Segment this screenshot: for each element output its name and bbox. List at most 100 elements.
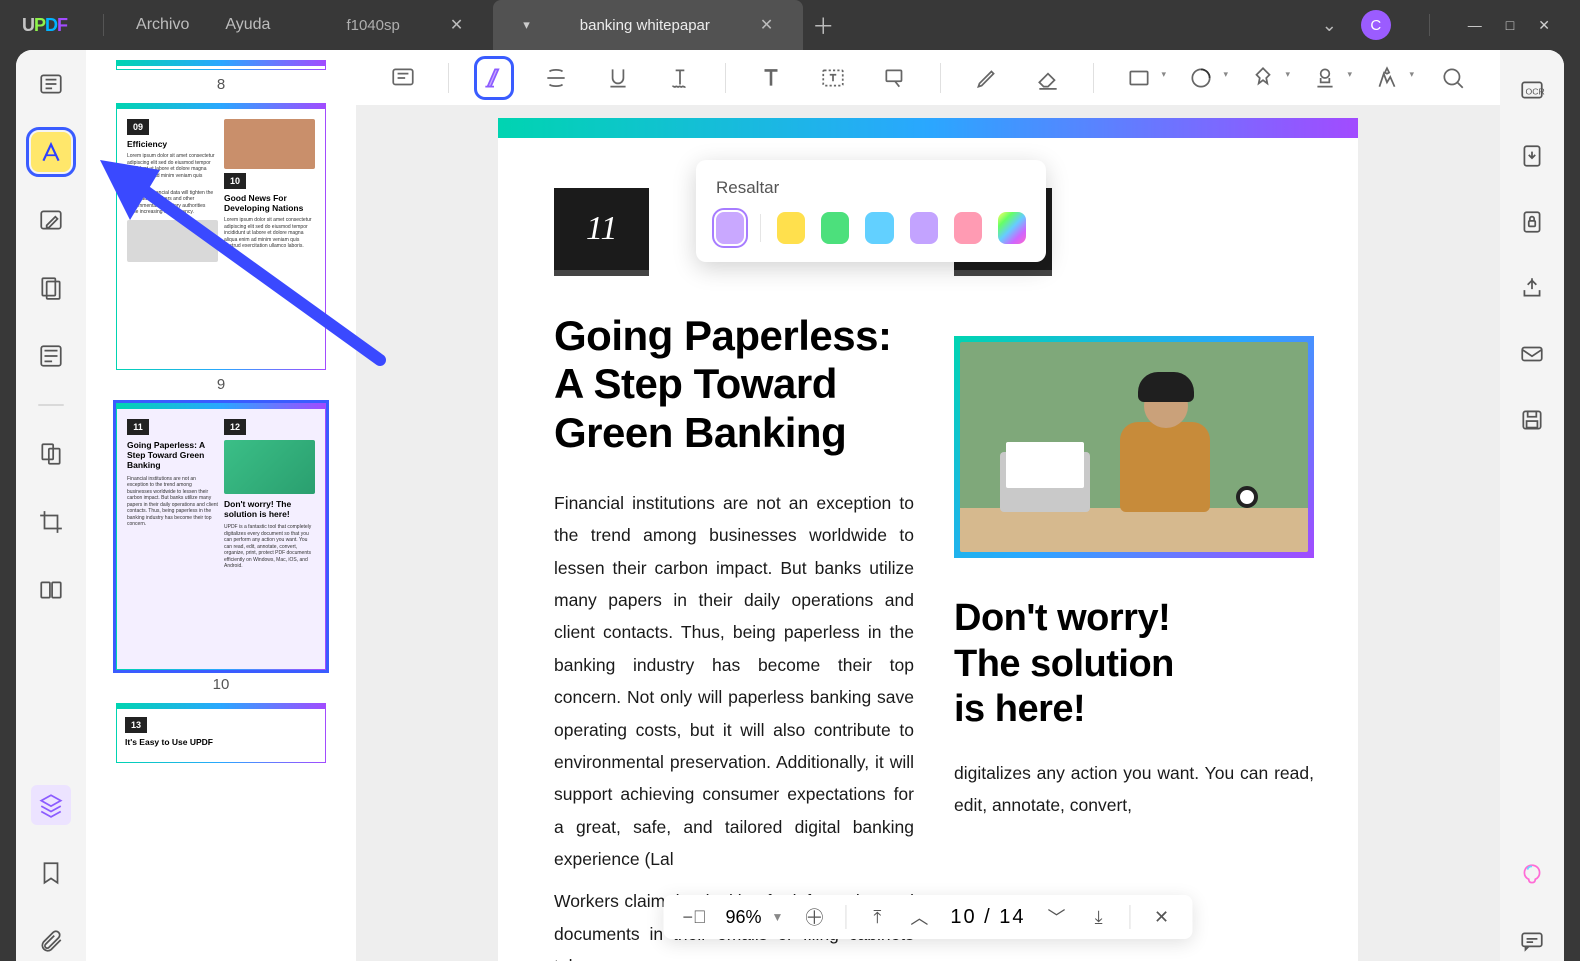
email-button[interactable]: [1512, 334, 1552, 374]
zoom-value: 96%: [725, 907, 761, 928]
mini-title: Going Paperless: A Step Toward Green Ban…: [127, 440, 218, 471]
chat-button[interactable]: [1512, 921, 1552, 961]
current-page[interactable]: 10: [950, 906, 976, 928]
share-button[interactable]: [1512, 268, 1552, 308]
pin-button[interactable]: [1246, 59, 1280, 97]
page-header-gradient: [498, 118, 1358, 138]
squiggly-button[interactable]: [663, 59, 697, 97]
section-number-badge: 11: [554, 188, 649, 276]
mini-badge: 13: [125, 717, 147, 733]
close-tab-icon[interactable]: ✕: [450, 15, 463, 35]
tab-active[interactable]: ▾ banking whitepapar ✕: [493, 0, 803, 50]
menu-archivo[interactable]: Archivo: [136, 16, 189, 34]
layers-button[interactable]: [31, 785, 71, 825]
mini-text: UPDF is a fantastic tool that completely…: [224, 524, 315, 570]
textbox-button[interactable]: [816, 59, 850, 97]
avatar[interactable]: C: [1361, 10, 1391, 40]
body-text: digitalizes any action you want. You can…: [954, 757, 1314, 822]
tab-inactive[interactable]: f1040sp ✕: [316, 0, 493, 50]
color-swatch-green[interactable]: [821, 212, 849, 244]
compare-button[interactable]: [31, 570, 71, 610]
add-tab-button[interactable]: ＋: [803, 0, 843, 50]
tab-chevron-icon[interactable]: ▾: [523, 17, 530, 33]
export-button[interactable]: [1512, 136, 1552, 176]
pencil-button[interactable]: [969, 59, 1003, 97]
page-navigator: −⃝ 96% ▼ ＋⃝ ⤒ ︿ 10 / 14 ﹀ ⤓ ✕: [663, 895, 1192, 939]
thumbnail-11[interactable]: 13 It's Easy to Use UPDF: [116, 703, 326, 763]
text-button[interactable]: [754, 59, 788, 97]
mini-text: Financial institutions are not an except…: [127, 476, 218, 528]
avatar-letter: C: [1370, 17, 1381, 34]
save-button[interactable]: [1512, 400, 1552, 440]
close-tab-icon[interactable]: ✕: [760, 15, 773, 35]
annotation-toolbar: [356, 50, 1500, 106]
mini-badge: 11: [127, 419, 149, 435]
window-close-button[interactable]: ✕: [1538, 17, 1550, 34]
section-heading: Going Paperless: A Step Toward Green Ban…: [554, 312, 914, 457]
thumb-number: 10: [116, 676, 326, 693]
document-viewer: 11 Going Paperless: A Step Toward Green …: [356, 50, 1500, 961]
mini-title: Don't worry! The solution is here!: [224, 499, 315, 519]
color-swatch-yellow[interactable]: [777, 212, 805, 244]
underline-button[interactable]: [601, 59, 635, 97]
svg-text:OCR: OCR: [1526, 86, 1545, 96]
tab-strip: f1040sp ✕ ▾ banking whitepapar ✕ ＋: [316, 0, 843, 50]
total-pages: 14: [999, 906, 1025, 928]
highlight-popover: Resaltar: [696, 160, 1046, 262]
color-swatch-purple[interactable]: [716, 212, 744, 244]
color-swatch-custom[interactable]: [998, 212, 1026, 244]
reader-mode-button[interactable]: [31, 64, 71, 104]
protect-button[interactable]: [1512, 202, 1552, 242]
annotation-arrow: [80, 150, 400, 385]
close-navigator-button[interactable]: ✕: [1151, 906, 1173, 928]
first-page-button[interactable]: ⤒: [866, 906, 888, 928]
ocr-button[interactable]: OCR: [1512, 70, 1552, 110]
note-button[interactable]: [386, 59, 420, 97]
mini-title: Efficiency: [127, 139, 218, 149]
zoom-in-button[interactable]: ＋⃝: [803, 906, 825, 928]
color-swatch-blue[interactable]: [865, 212, 893, 244]
ai-assistant-button[interactable]: [1512, 855, 1552, 895]
attachment-button[interactable]: [31, 921, 71, 961]
menu-ayuda[interactable]: Ayuda: [225, 16, 270, 34]
organize-pages-button[interactable]: [31, 434, 71, 474]
page-tools-button[interactable]: [31, 268, 71, 308]
shape-rect-button[interactable]: [1122, 59, 1156, 97]
edit-mode-button[interactable]: [31, 200, 71, 240]
crop-button[interactable]: [31, 502, 71, 542]
tab-title: f1040sp: [346, 17, 399, 34]
signature-button[interactable]: [1370, 59, 1404, 97]
thumbnail-8[interactable]: 8: [116, 60, 326, 93]
window-maximize-button[interactable]: □: [1506, 17, 1514, 33]
mini-badge: 09: [127, 119, 149, 135]
thumbnail-10[interactable]: 11 Going Paperless: A Step Toward Green …: [116, 403, 326, 693]
app-logo: UPDF: [0, 15, 89, 36]
eraser-button[interactable]: [1031, 59, 1065, 97]
strikethrough-button[interactable]: [539, 59, 573, 97]
next-page-button[interactable]: ﹀: [1046, 906, 1068, 928]
right-rail: OCR: [1500, 50, 1564, 961]
form-tools-button[interactable]: [31, 336, 71, 376]
thumb-number: 8: [116, 76, 326, 93]
color-swatch-lilac[interactable]: [910, 212, 938, 244]
bookmark-button[interactable]: [31, 853, 71, 893]
color-swatch-pink[interactable]: [954, 212, 982, 244]
mini-image: [224, 440, 315, 494]
window-minimize-button[interactable]: —: [1468, 17, 1482, 33]
mini-title: It's Easy to Use UPDF: [125, 737, 317, 747]
zoom-out-button[interactable]: −⃝: [683, 906, 705, 928]
search-button[interactable]: [1436, 59, 1470, 97]
figure-image: [954, 336, 1314, 558]
callout-button[interactable]: [878, 59, 912, 97]
shape-circle-button[interactable]: [1184, 59, 1218, 97]
last-page-button[interactable]: ⤓: [1088, 906, 1110, 928]
tab-title: banking whitepapar: [580, 17, 710, 34]
comment-mode-button[interactable]: [31, 132, 71, 172]
highlight-button[interactable]: [477, 59, 511, 97]
left-rail: [16, 50, 86, 961]
mini-badge: 12: [224, 419, 246, 435]
prev-page-button[interactable]: ︿: [908, 906, 930, 928]
stamp-button[interactable]: [1308, 59, 1342, 97]
zoom-dropdown-icon[interactable]: ▼: [771, 910, 783, 924]
tabs-overflow-icon[interactable]: ⌄: [1322, 15, 1337, 36]
